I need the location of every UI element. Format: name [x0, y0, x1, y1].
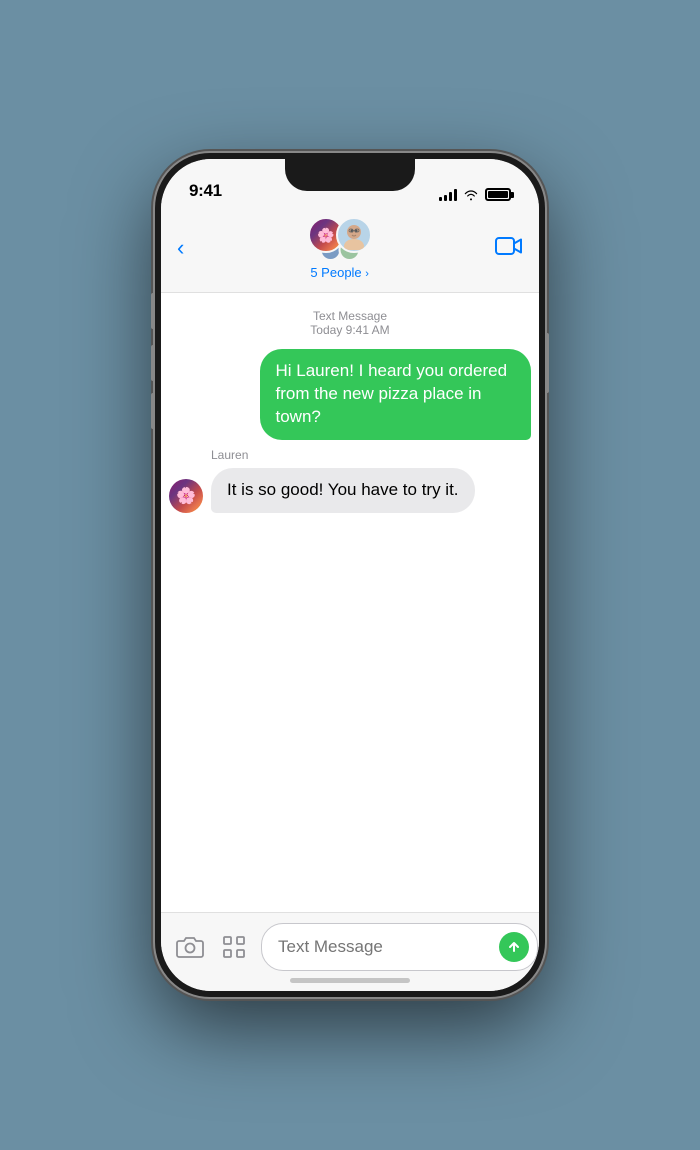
status-time: 9:41	[189, 181, 222, 201]
message-type-label: Text Message	[169, 309, 531, 323]
avatar-group: 🌸	[308, 217, 372, 261]
messages-area[interactable]: Text Message Today 9:41 AM Hi Lauren! I …	[161, 293, 539, 912]
group-name: 5 People ›	[310, 265, 369, 280]
phone-screen: 9:41 ‹	[161, 159, 539, 991]
status-icons	[439, 188, 511, 201]
outgoing-bubble: Hi Lauren! I heard you ordered from the …	[260, 349, 532, 440]
avatar-2	[336, 217, 372, 253]
message-meta: Text Message Today 9:41 AM	[169, 309, 531, 337]
incoming-bubble: It is so good! You have to try it.	[211, 468, 475, 513]
text-input-container[interactable]	[261, 923, 538, 971]
phone-frame: 9:41 ‹	[155, 153, 545, 997]
camera-button[interactable]	[173, 930, 207, 964]
signal-icon	[439, 189, 457, 201]
status-bar: 9:41	[161, 159, 539, 209]
message-time-label: Today 9:41 AM	[169, 323, 531, 337]
sender-name-label: Lauren	[211, 448, 531, 462]
incoming-message-row: 🌸 It is so good! You have to try it.	[169, 468, 531, 513]
nav-header: ‹ 🌸	[161, 209, 539, 293]
text-message-input[interactable]	[278, 937, 499, 957]
back-chevron-icon: ‹	[177, 237, 184, 259]
outgoing-message-row: Hi Lauren! I heard you ordered from the …	[169, 349, 531, 440]
notch	[285, 159, 415, 191]
battery-icon	[485, 188, 511, 201]
video-call-button[interactable]	[495, 235, 523, 263]
group-info[interactable]: 🌸	[308, 217, 372, 280]
home-indicator	[290, 978, 410, 983]
apps-button[interactable]	[217, 930, 251, 964]
group-chevron-icon: ›	[365, 268, 369, 280]
sender-avatar: 🌸	[169, 479, 203, 513]
wifi-icon	[463, 189, 479, 201]
send-button[interactable]	[499, 932, 529, 962]
back-button[interactable]: ‹	[177, 239, 184, 259]
